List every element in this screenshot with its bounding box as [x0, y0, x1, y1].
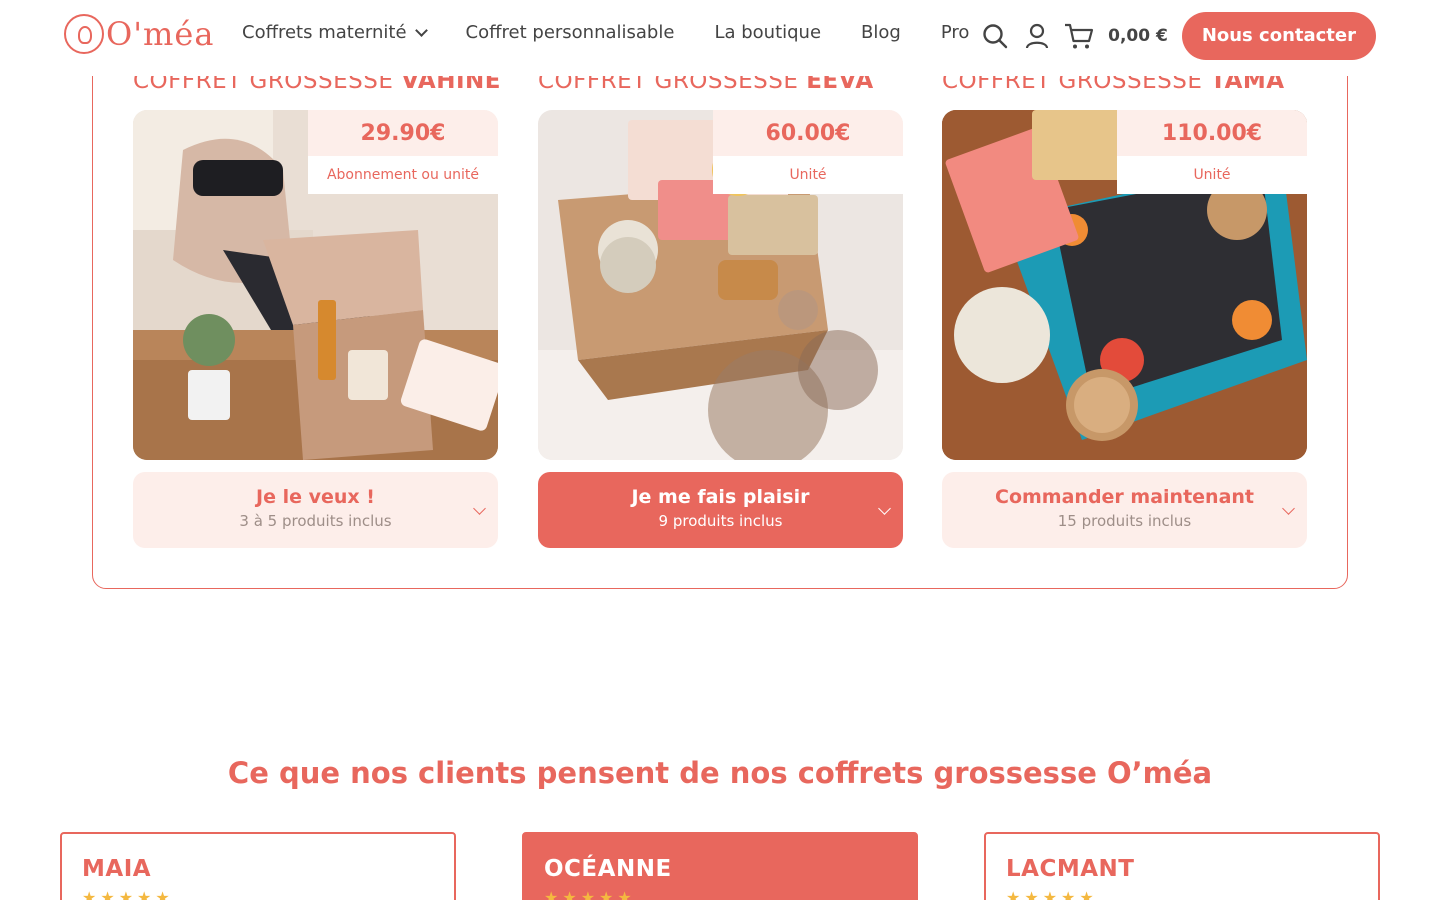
header-tools: 0,00 € Nous contacter — [980, 12, 1376, 60]
star-rating-icon: ★★★★★ — [1006, 888, 1098, 900]
reviewer-name: LACMANT — [1006, 856, 1135, 882]
logo-mark-icon — [64, 14, 104, 54]
price-subtitle: Abonnement ou unité — [326, 167, 480, 183]
product-cta-button[interactable]: Je le veux ! 3 à 5 produits inclus — [133, 472, 498, 548]
cart-total[interactable]: 0,00 € — [1108, 26, 1168, 46]
price-card: 60.00€ Unité — [713, 110, 903, 194]
nav-item-blog[interactable]: Blog — [861, 22, 901, 43]
price-subtitle: Unité — [1193, 167, 1231, 183]
main-nav: Coffrets maternité Coffret personnalisab… — [242, 22, 1009, 43]
price: 110.00€ — [1117, 110, 1307, 156]
product-cta-button[interactable]: Je me fais plaisir 9 produits inclus — [538, 472, 903, 548]
cta-sublabel: 3 à 5 produits inclus — [239, 512, 392, 530]
nav-item-la-boutique[interactable]: La boutique — [714, 22, 821, 43]
nav-item-label: Coffret personnalisable — [465, 22, 675, 43]
cta-label: Commander maintenant — [995, 486, 1254, 508]
cta-label: Je le veux ! — [256, 486, 375, 508]
product-cta-button[interactable]: Commander maintenant 15 produits inclus — [942, 472, 1307, 548]
product-image[interactable]: 110.00€ Unité — [942, 110, 1307, 460]
cta-sublabel: 15 produits inclus — [1057, 512, 1192, 530]
chevron-down-icon — [414, 23, 428, 37]
nav-item-coffrets-maternite[interactable]: Coffrets maternité — [242, 22, 428, 43]
reviewer-name: MAIA — [82, 856, 152, 882]
site-header: O'méa Coffrets maternité Coffret personn… — [0, 0, 1440, 76]
reviewer-name: OCÉANNE — [544, 856, 672, 882]
cta-sublabel: 9 produits inclus — [658, 512, 783, 530]
cart-icon[interactable] — [1064, 21, 1094, 51]
price-card: 110.00€ Unité — [1117, 110, 1307, 194]
contact-button[interactable]: Nous contacter — [1181, 12, 1376, 60]
cta-label: Je me fais plaisir — [631, 486, 810, 508]
nav-item-label: La boutique — [714, 22, 822, 43]
price: 29.90€ — [308, 110, 498, 156]
star-rating-icon: ★★★★★ — [82, 888, 174, 900]
user-account-icon[interactable] — [1022, 21, 1052, 51]
price-subtitle: Unité — [789, 167, 827, 183]
nav-item-label: Pro — [940, 22, 970, 43]
search-icon[interactable] — [980, 21, 1010, 51]
logo-text: O'méa — [106, 15, 215, 53]
star-rating-icon: ★★★★★ — [544, 888, 636, 900]
price: 60.00€ — [713, 110, 903, 156]
nav-item-label: Coffrets maternité — [242, 22, 407, 43]
nav-item-pro[interactable]: Pro — [941, 22, 970, 43]
nav-item-coffret-personnalisable[interactable]: Coffret personnalisable — [466, 22, 675, 43]
site-logo[interactable]: O'méa — [64, 14, 214, 54]
review-card: MAIA ★★★★★ — [60, 832, 456, 900]
reviews-section-title: Ce que nos clients pensent de nos coffre… — [227, 756, 1213, 790]
review-card: OCÉANNE ★★★★★ — [522, 832, 918, 900]
nav-item-label: Blog — [861, 22, 901, 43]
product-image[interactable]: 29.90€ Abonnement ou unité — [133, 110, 498, 460]
review-card: LACMANT ★★★★★ — [984, 832, 1380, 900]
price-card: 29.90€ Abonnement ou unité — [308, 110, 498, 194]
product-image[interactable]: 60.00€ Unité — [538, 110, 903, 460]
